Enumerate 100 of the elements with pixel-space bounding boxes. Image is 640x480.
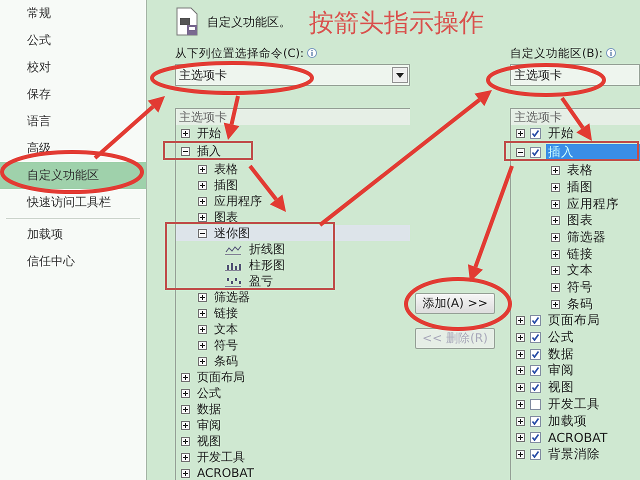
sidebar-item[interactable]: 信任中心 (0, 248, 146, 275)
checkbox[interactable] (530, 348, 541, 360)
tree-item[interactable]: 表格 (176, 161, 244, 177)
dropdown[interactable]: 主选项卡 (175, 64, 410, 86)
expand-icon[interactable] (181, 436, 190, 446)
tree-item[interactable]: 条码 (511, 296, 599, 313)
collapse-icon[interactable] (516, 148, 525, 157)
expand-icon[interactable] (198, 356, 207, 366)
expand-icon[interactable] (198, 212, 207, 222)
tree-item[interactable]: 开发工具 (511, 396, 606, 413)
tree-item[interactable]: 符号 (511, 279, 599, 296)
expand-icon[interactable] (198, 340, 207, 350)
expand-icon[interactable] (198, 324, 207, 334)
tree-item[interactable]: 背景消除 (511, 446, 606, 463)
tree-item[interactable]: 开发工具 (176, 449, 251, 465)
expand-icon[interactable] (551, 250, 560, 259)
tree-item[interactable]: ACROBAT (176, 465, 260, 480)
checkbox[interactable] (530, 128, 541, 139)
expand-icon[interactable] (198, 180, 207, 190)
tree-item[interactable]: 开始 (511, 125, 580, 142)
expand-icon[interactable] (198, 308, 207, 318)
expand-icon[interactable] (551, 216, 560, 226)
checkbox[interactable] (530, 398, 541, 410)
expand-icon[interactable] (516, 383, 525, 392)
expand-icon[interactable] (516, 400, 525, 409)
add-button[interactable]: 添加(A) >> (415, 293, 495, 314)
tree-item[interactable]: 折线图 (176, 241, 291, 257)
expand-icon[interactable] (198, 292, 207, 302)
tree-item[interactable]: 开始 (176, 125, 227, 141)
tree-item[interactable]: 页面布局 (511, 312, 606, 330)
tree-item[interactable]: 应用程序 (176, 193, 268, 209)
tree-item[interactable]: 迷你图 (176, 225, 410, 241)
tree-item[interactable]: 插入 (176, 143, 227, 159)
tree-item[interactable]: 加载项 (511, 412, 593, 430)
tree-item[interactable]: ACROBAT (511, 429, 614, 446)
tree-item[interactable]: 图表 (511, 212, 599, 230)
tree-item[interactable]: 公式 (511, 329, 580, 346)
checkbox[interactable] (530, 416, 541, 427)
expand-icon[interactable] (198, 196, 207, 206)
expand-icon[interactable] (516, 350, 525, 359)
expand-icon[interactable] (551, 232, 560, 242)
collapse-icon[interactable] (198, 228, 207, 238)
expand-icon[interactable] (516, 333, 525, 342)
expand-icon[interactable] (181, 452, 190, 462)
checkbox[interactable] (530, 365, 541, 376)
expand-icon[interactable] (516, 366, 525, 376)
tree-item[interactable]: 文本 (511, 262, 599, 280)
sidebar-item[interactable]: 加载项 (0, 221, 146, 248)
expand-icon[interactable] (551, 266, 560, 276)
tree-item[interactable]: 文本 (176, 321, 244, 337)
sidebar-item[interactable]: 公式 (0, 27, 146, 54)
tree-item[interactable]: 插图 (511, 179, 599, 196)
expand-icon[interactable] (551, 200, 560, 209)
checkbox[interactable] (530, 332, 541, 344)
tree-item[interactable]: 条码 (176, 353, 244, 369)
checkbox[interactable] (530, 432, 541, 444)
tree-item[interactable]: 公式 (176, 385, 227, 401)
sidebar-item[interactable]: 保存 (0, 81, 146, 108)
expand-icon[interactable] (516, 433, 525, 442)
expand-icon[interactable] (181, 468, 190, 478)
expand-icon[interactable] (551, 300, 560, 309)
tree-item[interactable]: 符号 (176, 337, 244, 353)
checkbox[interactable] (530, 146, 541, 158)
sidebar-item[interactable]: 语言 (0, 108, 146, 135)
checkbox[interactable] (530, 382, 541, 394)
expand-icon[interactable] (516, 128, 525, 138)
tree-item[interactable]: 数据 (511, 346, 580, 363)
tree-item[interactable]: 盈亏 (176, 273, 279, 289)
expand-icon[interactable] (551, 166, 560, 176)
tree-item[interactable]: 审阅 (511, 362, 580, 380)
expand-icon[interactable] (181, 420, 190, 430)
expand-icon[interactable] (516, 316, 525, 326)
tree-item[interactable]: 筛选器 (176, 289, 256, 305)
sidebar-item[interactable]: 校对 (0, 54, 146, 81)
tree-item[interactable]: 图表 (176, 209, 244, 225)
expand-icon[interactable] (181, 388, 190, 398)
tree-item[interactable]: 链接 (176, 305, 244, 321)
expand-icon[interactable] (181, 128, 190, 138)
tree-item[interactable]: 柱形图 (176, 257, 291, 273)
tree-item[interactable]: 表格 (511, 162, 599, 180)
tree-item[interactable]: 视图 (176, 433, 227, 449)
tree-item[interactable]: 审阅 (176, 417, 227, 433)
expand-icon[interactable] (181, 404, 190, 414)
tree-item[interactable]: 数据 (176, 401, 227, 417)
expand-icon[interactable] (181, 372, 190, 382)
tree-item[interactable]: 链接 (511, 246, 599, 262)
sidebar-item[interactable]: 快速访问工具栏 (0, 189, 146, 216)
checkbox[interactable] (530, 315, 541, 326)
tree-item[interactable]: 筛选器 (511, 229, 612, 246)
expand-icon[interactable] (516, 416, 525, 426)
tree-item[interactable]: 页面布局 (176, 369, 251, 385)
collapse-icon[interactable] (181, 146, 190, 156)
tree-item[interactable]: 视图 (511, 379, 580, 396)
expand-icon[interactable] (551, 283, 560, 292)
expand-icon[interactable] (551, 182, 560, 192)
expand-icon[interactable] (198, 164, 207, 174)
tree-item[interactable]: 插图 (176, 177, 244, 193)
sidebar-item[interactable]: 常规 (0, 0, 146, 27)
checkbox[interactable] (530, 448, 541, 460)
expand-icon[interactable] (516, 450, 525, 459)
